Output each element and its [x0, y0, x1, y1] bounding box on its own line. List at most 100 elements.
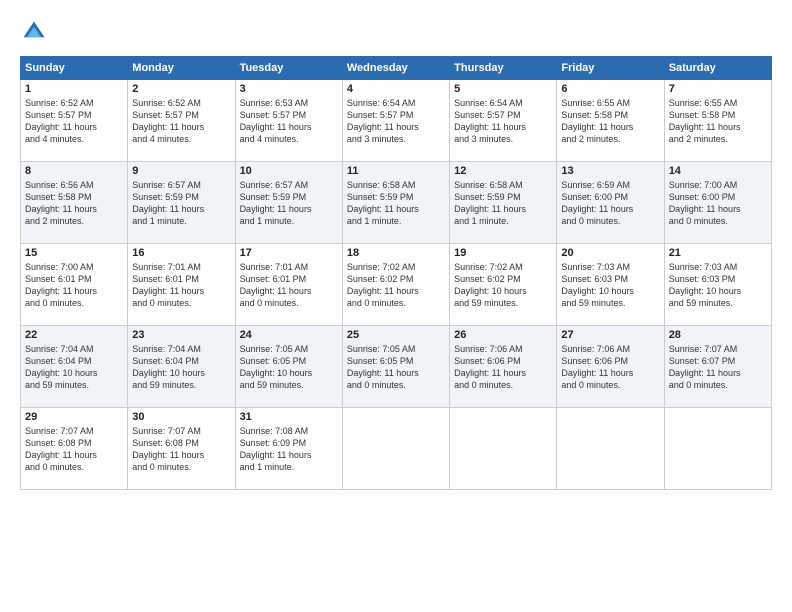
calendar-cell: 18 Sunrise: 7:02 AMSunset: 6:02 PMDayligh… [342, 244, 449, 326]
day-info: Sunrise: 7:05 AMSunset: 6:05 PMDaylight:… [240, 343, 338, 392]
day-info: Sunrise: 6:56 AMSunset: 5:58 PMDaylight:… [25, 179, 123, 228]
calendar-cell [450, 408, 557, 490]
calendar-cell: 5 Sunrise: 6:54 AMSunset: 5:57 PMDaylight… [450, 80, 557, 162]
day-number: 11 [347, 165, 445, 177]
calendar-cell: 11 Sunrise: 6:58 AMSunset: 5:59 PMDayligh… [342, 162, 449, 244]
calendar-cell: 2 Sunrise: 6:52 AMSunset: 5:57 PMDaylight… [128, 80, 235, 162]
calendar-cell [557, 408, 664, 490]
calendar-cell [342, 408, 449, 490]
calendar-cell: 23 Sunrise: 7:04 AMSunset: 6:04 PMDayligh… [128, 326, 235, 408]
day-number: 29 [25, 411, 123, 423]
calendar-cell: 14 Sunrise: 7:00 AMSunset: 6:00 PMDayligh… [664, 162, 771, 244]
day-number: 28 [669, 329, 767, 341]
day-number: 9 [132, 165, 230, 177]
calendar-cell: 21Sunrise: 7:03 AMSunset: 6:03 PMDayligh… [664, 244, 771, 326]
logo-icon [20, 18, 48, 46]
day-info: Sunrise: 6:54 AMSunset: 5:57 PMDaylight:… [454, 97, 552, 146]
calendar-cell: 17Sunrise: 7:01 AMSunset: 6:01 PMDayligh… [235, 244, 342, 326]
day-info: Sunrise: 7:04 AMSunset: 6:04 PMDaylight:… [132, 343, 230, 392]
calendar-cell: 13 Sunrise: 6:59 AMSunset: 6:00 PMDayligh… [557, 162, 664, 244]
day-number: 23 [132, 329, 230, 341]
day-info: Sunrise: 6:52 AMSunset: 5:57 PMDaylight:… [132, 97, 230, 146]
calendar-cell: 28 Sunrise: 7:07 AMSunset: 6:07 PMDayligh… [664, 326, 771, 408]
day-info: Sunrise: 6:57 AMSunset: 5:59 PMDaylight:… [132, 179, 230, 228]
calendar-cell: 1Sunrise: 6:52 AMSunset: 5:57 PMDaylight… [21, 80, 128, 162]
day-info: Sunrise: 7:08 AMSunset: 6:09 PMDaylight:… [240, 425, 338, 474]
day-info: Sunrise: 7:06 AMSunset: 6:06 PMDaylight:… [561, 343, 659, 392]
day-info: Sunrise: 6:52 AMSunset: 5:57 PMDaylight:… [25, 97, 123, 146]
calendar-cell: 22 Sunrise: 7:04 AMSunset: 6:04 PMDayligh… [21, 326, 128, 408]
day-number: 25 [347, 329, 445, 341]
calendar-cell: 24 Sunrise: 7:05 AMSunset: 6:05 PMDayligh… [235, 326, 342, 408]
day-info: Sunrise: 7:04 AMSunset: 6:04 PMDaylight:… [25, 343, 123, 392]
weekday-wednesday: Wednesday [342, 57, 449, 80]
day-info: Sunrise: 7:01 AMSunset: 6:01 PMDaylight:… [240, 261, 338, 310]
weekday-tuesday: Tuesday [235, 57, 342, 80]
day-number: 8 [25, 165, 123, 177]
weekday-saturday: Saturday [664, 57, 771, 80]
day-info: Sunrise: 7:07 AMSunset: 6:08 PMDaylight:… [25, 425, 123, 474]
day-number: 27 [561, 329, 659, 341]
calendar-cell: 9 Sunrise: 6:57 AMSunset: 5:59 PMDaylight… [128, 162, 235, 244]
calendar-cell: 20 Sunrise: 7:03 AMSunset: 6:03 PMDayligh… [557, 244, 664, 326]
weekday-thursday: Thursday [450, 57, 557, 80]
calendar-cell: 29 Sunrise: 7:07 AMSunset: 6:08 PMDayligh… [21, 408, 128, 490]
calendar-cell: 16 Sunrise: 7:01 AMSunset: 6:01 PMDayligh… [128, 244, 235, 326]
day-info: Sunrise: 6:55 AMSunset: 5:58 PMDaylight:… [669, 97, 767, 146]
day-number: 6 [561, 83, 659, 95]
calendar-cell: 31 Sunrise: 7:08 AMSunset: 6:09 PMDayligh… [235, 408, 342, 490]
day-number: 14 [669, 165, 767, 177]
day-number: 2 [132, 83, 230, 95]
day-number: 7 [669, 83, 767, 95]
day-info: Sunrise: 6:59 AMSunset: 6:00 PMDaylight:… [561, 179, 659, 228]
day-number: 22 [25, 329, 123, 341]
day-number: 20 [561, 247, 659, 259]
calendar-cell: 19 Sunrise: 7:02 AMSunset: 6:02 PMDayligh… [450, 244, 557, 326]
calendar-cell: 10 Sunrise: 6:57 AMSunset: 5:59 PMDayligh… [235, 162, 342, 244]
calendar-cell: 12Sunrise: 6:58 AMSunset: 5:59 PMDayligh… [450, 162, 557, 244]
calendar-cell: 4 Sunrise: 6:54 AMSunset: 5:57 PMDaylight… [342, 80, 449, 162]
day-info: Sunrise: 7:02 AMSunset: 6:02 PMDaylight:… [454, 261, 552, 310]
day-info: Sunrise: 7:00 AMSunset: 6:01 PMDaylight:… [25, 261, 123, 310]
calendar-cell: 6 Sunrise: 6:55 AMSunset: 5:58 PMDaylight… [557, 80, 664, 162]
page-header [20, 18, 772, 46]
day-number: 18 [347, 247, 445, 259]
calendar-cell: 7 Sunrise: 6:55 AMSunset: 5:58 PMDaylight… [664, 80, 771, 162]
calendar-cell: 25 Sunrise: 7:05 AMSunset: 6:05 PMDayligh… [342, 326, 449, 408]
day-info: Sunrise: 6:57 AMSunset: 5:59 PMDaylight:… [240, 179, 338, 228]
day-number: 19 [454, 247, 552, 259]
day-number: 13 [561, 165, 659, 177]
calendar-cell: 26Sunrise: 7:06 AMSunset: 6:06 PMDayligh… [450, 326, 557, 408]
day-info: Sunrise: 6:58 AMSunset: 5:59 PMDaylight:… [347, 179, 445, 228]
weekday-monday: Monday [128, 57, 235, 80]
day-number: 10 [240, 165, 338, 177]
day-info: Sunrise: 6:53 AMSunset: 5:57 PMDaylight:… [240, 97, 338, 146]
calendar-cell: 3 Sunrise: 6:53 AMSunset: 5:57 PMDaylight… [235, 80, 342, 162]
weekday-sunday: Sunday [21, 57, 128, 80]
day-info: Sunrise: 7:03 AMSunset: 6:03 PMDaylight:… [561, 261, 659, 310]
day-number: 31 [240, 411, 338, 423]
day-number: 16 [132, 247, 230, 259]
calendar-cell [664, 408, 771, 490]
day-number: 24 [240, 329, 338, 341]
calendar-cell: 30 Sunrise: 7:07 AMSunset: 6:08 PMDayligh… [128, 408, 235, 490]
day-number: 5 [454, 83, 552, 95]
day-info: Sunrise: 7:05 AMSunset: 6:05 PMDaylight:… [347, 343, 445, 392]
day-number: 3 [240, 83, 338, 95]
calendar-cell: 8 Sunrise: 6:56 AMSunset: 5:58 PMDaylight… [21, 162, 128, 244]
day-info: Sunrise: 7:00 AMSunset: 6:00 PMDaylight:… [669, 179, 767, 228]
day-number: 30 [132, 411, 230, 423]
day-info: Sunrise: 7:07 AMSunset: 6:08 PMDaylight:… [132, 425, 230, 474]
calendar: SundayMondayTuesdayWednesdayThursdayFrid… [20, 56, 772, 490]
day-info: Sunrise: 7:02 AMSunset: 6:02 PMDaylight:… [347, 261, 445, 310]
day-info: Sunrise: 7:07 AMSunset: 6:07 PMDaylight:… [669, 343, 767, 392]
day-info: Sunrise: 6:54 AMSunset: 5:57 PMDaylight:… [347, 97, 445, 146]
day-info: Sunrise: 6:55 AMSunset: 5:58 PMDaylight:… [561, 97, 659, 146]
calendar-cell: 27 Sunrise: 7:06 AMSunset: 6:06 PMDayligh… [557, 326, 664, 408]
weekday-friday: Friday [557, 57, 664, 80]
logo [20, 18, 52, 46]
day-number: 4 [347, 83, 445, 95]
day-number: 21 [669, 247, 767, 259]
day-number: 15 [25, 247, 123, 259]
day-info: Sunrise: 7:01 AMSunset: 6:01 PMDaylight:… [132, 261, 230, 310]
